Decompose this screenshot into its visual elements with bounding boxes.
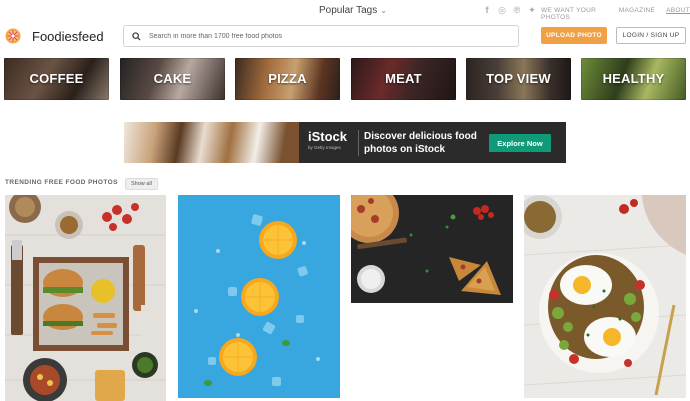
banner-divider	[358, 130, 359, 156]
banner-headline: Discover delicious food photos on iStock	[364, 131, 477, 155]
twitter-icon[interactable]: ✦	[528, 5, 536, 16]
category-cake[interactable]: CAKE	[120, 58, 225, 100]
photo-pizza-dark[interactable]	[351, 195, 513, 303]
logo[interactable]: Foodiesfeed	[5, 28, 104, 44]
top-links: WE WANT YOUR PHOTOS MAGAZINE ABOUT	[541, 7, 690, 21]
category-label: PIZZA	[268, 71, 307, 86]
avocado-toast-photo-image	[524, 195, 686, 398]
pizza-photo-image	[351, 195, 513, 303]
top-bar: Popular Tags ⌄ f ◎ ℗ ✦ WE WANT YOUR PHOTO…	[0, 0, 690, 22]
link-about[interactable]: ABOUT	[666, 7, 690, 21]
istock-logo: iStock	[308, 129, 348, 144]
facebook-icon[interactable]: f	[483, 5, 491, 16]
trending-heading: TRENDING FREE FOOD PHOTOS	[5, 179, 118, 186]
search-bar[interactable]	[123, 25, 519, 47]
photo-burger-top-view[interactable]	[5, 195, 166, 401]
category-label: COFFEE	[29, 71, 84, 86]
burger-photo-image	[5, 195, 166, 401]
brand-name: Foodiesfeed	[32, 28, 104, 44]
explore-now-button[interactable]: Explore Now	[489, 134, 551, 152]
category-label: CAKE	[153, 71, 192, 86]
search-input[interactable]	[147, 31, 511, 41]
category-top-view[interactable]: TOP VIEW	[466, 58, 571, 100]
category-strip: COFFEE CAKE PIZZA MEAT TOP VIEW HEALTHY	[4, 58, 686, 100]
popular-tags-dropdown[interactable]: Popular Tags ⌄	[319, 5, 387, 16]
banner-food-image	[124, 122, 299, 163]
show-all-button[interactable]: Show all	[125, 178, 158, 190]
search-icon	[132, 31, 141, 41]
istock-sub-logo: by Getty Images	[308, 145, 341, 150]
category-healthy[interactable]: HEALTHY	[581, 58, 686, 100]
category-label: TOP VIEW	[486, 71, 551, 86]
category-meat[interactable]: MEAT	[351, 58, 456, 100]
category-label: MEAT	[385, 71, 422, 86]
category-label: HEALTHY	[602, 71, 665, 86]
logo-mark-icon	[5, 28, 21, 44]
photo-orange-slices-blue[interactable]	[178, 195, 340, 398]
istock-ad-banner[interactable]: iStock by Getty Images Discover deliciou…	[124, 122, 566, 163]
pinterest-icon[interactable]: ℗	[513, 5, 521, 16]
link-we-want-your-photos[interactable]: WE WANT YOUR PHOTOS	[541, 7, 608, 21]
popular-tags-label: Popular Tags	[319, 5, 378, 16]
category-pizza[interactable]: PIZZA	[235, 58, 340, 100]
orange-photo-image	[178, 195, 340, 398]
photo-avocado-toast-eggs[interactable]	[524, 195, 686, 398]
login-signup-button[interactable]: LOGIN / SIGN UP	[616, 27, 686, 44]
link-magazine[interactable]: MAGAZINE	[619, 7, 655, 21]
social-links: f ◎ ℗ ✦	[483, 5, 536, 16]
category-coffee[interactable]: COFFEE	[4, 58, 109, 100]
chevron-down-icon: ⌄	[380, 6, 387, 15]
upload-photo-button[interactable]: UPLOAD PHOTO	[541, 27, 607, 44]
instagram-icon[interactable]: ◎	[498, 5, 506, 16]
